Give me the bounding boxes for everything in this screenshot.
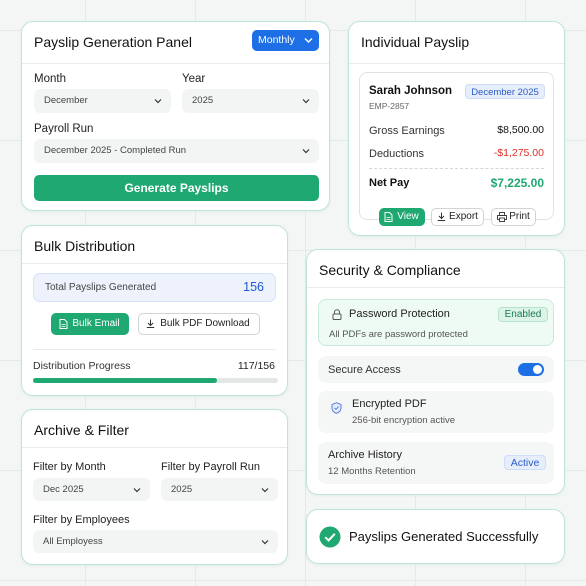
- year-label: Year: [182, 73, 206, 85]
- bulk-email-button[interactable]: Bulk Email: [51, 313, 129, 335]
- employee-name: Sarah Johnson: [369, 85, 453, 97]
- gross-earnings-value: $8,500.00: [497, 124, 544, 136]
- divider: [22, 447, 287, 448]
- shield-icon: [331, 402, 342, 414]
- file-icon: [384, 212, 393, 222]
- success-banner: Payslips Generated Successfully: [306, 509, 565, 564]
- download-icon: [146, 319, 155, 328]
- encrypted-pdf-desc: 256-bit encryption active: [352, 415, 455, 426]
- generate-payslips-button[interactable]: Generate Payslips: [34, 175, 319, 201]
- net-pay-value: $7,225.00: [490, 176, 544, 190]
- filter-month-select[interactable]: Dec 2025: [33, 478, 150, 501]
- file-icon: [59, 319, 68, 329]
- dashed-divider: [369, 168, 544, 169]
- payslip-preview: Sarah Johnson EMP-2857 December 2025 Gro…: [359, 72, 554, 220]
- archive-filter-title: Archive & Filter: [34, 422, 129, 438]
- net-pay-label: Net Pay: [369, 177, 410, 189]
- archive-history-title: Archive History: [328, 449, 402, 461]
- distribution-progress-count: 117/156: [237, 360, 275, 372]
- divider: [22, 263, 287, 264]
- payroll-run-label: Payroll Run: [34, 123, 94, 135]
- encrypted-pdf-title: Encrypted PDF: [352, 398, 427, 410]
- bulk-pdf-download-label: Bulk PDF Download: [160, 318, 250, 329]
- year-select-value: 2025: [192, 95, 214, 106]
- period-dropdown[interactable]: Monthly: [252, 30, 319, 51]
- chevron-down-icon: [261, 540, 269, 545]
- total-payslips-value: 156: [243, 280, 264, 294]
- check-circle-icon: [319, 526, 341, 548]
- password-protection-desc: All PDFs are password protected: [329, 329, 468, 340]
- divider: [307, 287, 564, 288]
- archive-history-row: Archive History 12 Months Retention Acti…: [318, 442, 554, 484]
- filter-month-label: Filter by Month: [33, 461, 106, 473]
- distribution-progress-fill: [33, 378, 217, 383]
- payslip-generation-panel: Payslip Generation Panel Monthly Month D…: [21, 21, 330, 211]
- total-payslips-label: Total Payslips Generated: [45, 282, 157, 293]
- individual-payslip-title: Individual Payslip: [361, 34, 470, 50]
- printer-icon: [497, 212, 507, 222]
- employee-id: EMP-2857: [369, 101, 410, 111]
- filter-employees-select[interactable]: All Employess: [33, 530, 278, 553]
- panel-title: Payslip Generation Panel: [34, 34, 192, 50]
- toggle-knob: [533, 365, 542, 374]
- bulk-distribution-card: Bulk Distribution Total Payslips Generat…: [21, 225, 288, 396]
- bulk-distribution-title: Bulk Distribution: [34, 238, 136, 254]
- bulk-email-button-label: Bulk Email: [72, 318, 120, 329]
- archive-history-desc: 12 Months Retention: [328, 466, 416, 477]
- chevron-down-icon: [302, 149, 310, 154]
- divider: [349, 63, 564, 64]
- download-icon: [437, 212, 446, 221]
- filter-payroll-select[interactable]: 2025: [161, 478, 278, 501]
- password-protection-title: Password Protection: [349, 308, 450, 320]
- divider: [33, 349, 276, 350]
- secure-access-row: Secure Access: [318, 356, 554, 383]
- month-label: Month: [34, 73, 66, 85]
- month-select[interactable]: December: [34, 89, 171, 113]
- filter-payroll-value: 2025: [171, 484, 193, 495]
- filter-payroll-label: Filter by Payroll Run: [161, 461, 261, 473]
- security-compliance-card: Security & Compliance Password Protectio…: [306, 249, 565, 495]
- chevron-down-icon: [154, 99, 162, 104]
- secure-access-label: Secure Access: [328, 364, 401, 376]
- distribution-progress-track: [33, 378, 278, 383]
- view-button[interactable]: View: [379, 208, 425, 226]
- secure-access-toggle[interactable]: [518, 363, 544, 376]
- password-protection-row: Password Protection Enabled All PDFs are…: [318, 299, 554, 346]
- filter-month-value: Dec 2025: [43, 484, 84, 495]
- success-message: Payslips Generated Successfully: [349, 529, 539, 544]
- divider: [22, 63, 329, 64]
- active-badge: Active: [504, 455, 546, 470]
- lock-icon: [332, 309, 342, 320]
- enabled-badge: Enabled: [498, 307, 548, 322]
- chevron-down-icon: [261, 488, 269, 493]
- security-title: Security & Compliance: [319, 262, 461, 278]
- total-payslips-box: Total Payslips Generated 156: [33, 273, 276, 302]
- export-button[interactable]: Export: [431, 208, 484, 226]
- year-select[interactable]: 2025: [182, 89, 319, 113]
- chevron-down-icon: [304, 38, 313, 43]
- distribution-progress-label: Distribution Progress: [33, 360, 131, 372]
- filter-employees-value: All Employess: [43, 536, 103, 547]
- period-badge: December 2025: [465, 84, 545, 99]
- deductions-label: Deductions: [369, 148, 425, 160]
- print-button[interactable]: Print: [491, 208, 536, 226]
- encrypted-pdf-row: Encrypted PDF 256-bit encryption active: [318, 391, 554, 433]
- individual-payslip-card: Individual Payslip Sarah Johnson EMP-285…: [348, 21, 565, 236]
- month-select-value: December: [44, 95, 88, 106]
- deductions-value: -$1,275.00: [493, 147, 544, 159]
- bulk-pdf-download-button[interactable]: Bulk PDF Download: [138, 313, 260, 335]
- filter-employees-label: Filter by Employees: [33, 514, 130, 526]
- payroll-run-select[interactable]: December 2025 - Completed Run: [34, 139, 319, 163]
- gross-earnings-label: Gross Earnings: [369, 125, 445, 137]
- chevron-down-icon: [133, 488, 141, 493]
- period-dropdown-label: Monthly: [258, 34, 295, 46]
- payroll-run-select-value: December 2025 - Completed Run: [44, 145, 187, 156]
- archive-filter-card: Archive & Filter Filter by Month Dec 202…: [21, 409, 288, 565]
- chevron-down-icon: [302, 99, 310, 104]
